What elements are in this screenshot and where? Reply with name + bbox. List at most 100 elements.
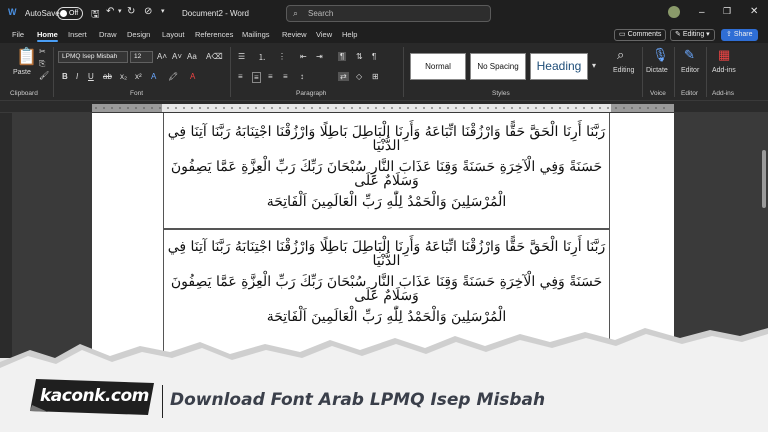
autosave-toggle[interactable]: Off — [57, 7, 83, 20]
font-name-select[interactable]: LPMQ Isep Misbah — [58, 51, 128, 63]
highlight-icon[interactable]: 🖍 — [168, 72, 178, 81]
editor-label[interactable]: Editor — [681, 67, 699, 74]
comments-label: Comments — [627, 31, 662, 38]
brand-logo: kaconk.com — [28, 377, 156, 422]
numbering-icon[interactable]: ⒈ — [258, 52, 266, 63]
text-effects-icon[interactable]: A — [151, 72, 156, 81]
bullets-icon[interactable]: ☰ — [238, 52, 245, 61]
clipboard-group-label: Clipboard — [10, 90, 38, 97]
tab-view[interactable]: View — [316, 30, 332, 39]
table-cell-1[interactable]: رَبَّنَا أَرِنَا الْحَقَّ حَقًّا وَارْزُ… — [163, 113, 610, 229]
customize-qat-icon[interactable]: ▾ — [161, 7, 165, 15]
shading-icon[interactable]: ◇ — [356, 72, 362, 81]
multilevel-list-icon[interactable]: ⋮ — [278, 52, 286, 61]
divider — [403, 47, 404, 97]
close-icon[interactable]: ✕ — [750, 6, 758, 17]
bold-icon[interactable]: B — [62, 72, 68, 81]
undo-icon[interactable]: ↶ — [106, 6, 114, 17]
tab-home[interactable]: Home — [37, 30, 58, 42]
paste-icon[interactable]: 📋 — [16, 47, 37, 67]
rtl-direction-icon[interactable]: ¶ — [338, 52, 347, 61]
restore-icon[interactable]: ❐ — [723, 6, 731, 17]
arabic-line: حَسَنَةً وَفِي الْآخِرَةِ حَسَنَةً وَقِن… — [170, 159, 603, 189]
tab-references[interactable]: References — [195, 30, 233, 39]
dictate-label[interactable]: Dictate — [646, 67, 668, 74]
search-box[interactable]: ⌕ Search — [286, 5, 491, 22]
increase-indent-icon[interactable]: ⇥ — [316, 52, 323, 61]
save-icon[interactable]: 🖫 — [91, 7, 100, 24]
minimize-icon[interactable]: – — [699, 7, 705, 18]
tab-layout[interactable]: Layout — [162, 30, 185, 39]
microphone-icon[interactable]: 🎙 — [652, 47, 669, 63]
superscript-icon[interactable]: x² — [135, 72, 142, 81]
divider — [642, 47, 643, 97]
arabic-line: الْمُرْسَلِينَ وَالْحَمْدُ لِلّٰهِ رَبِّ… — [266, 194, 507, 210]
voice-group-label: Voice — [650, 90, 666, 97]
font-name-value: LPMQ Isep Misbah — [62, 53, 118, 60]
format-painter-icon[interactable]: 🖌 — [39, 71, 49, 80]
tab-design[interactable]: Design — [127, 30, 150, 39]
font-group-label: Font — [130, 90, 144, 97]
underline-icon[interactable]: U — [88, 72, 94, 81]
change-case-icon[interactable]: Aa — [187, 52, 197, 61]
decrease-indent-icon[interactable]: ⇤ — [300, 52, 307, 61]
undo-dropdown-icon[interactable]: ▾ — [118, 7, 122, 15]
strikethrough-icon[interactable]: ab — [103, 72, 112, 81]
sort-icon[interactable]: ⇅ — [356, 52, 363, 61]
redo-icon[interactable]: ↻ — [127, 6, 135, 17]
divider — [230, 47, 231, 97]
horizontal-ruler[interactable] — [0, 101, 768, 113]
share-button[interactable]: ⇪ Share — [721, 29, 758, 41]
grow-font-icon[interactable]: A˄ — [157, 52, 167, 61]
line-spacing-icon[interactable]: ↕ — [300, 72, 304, 81]
font-size-select[interactable]: 12 — [130, 51, 153, 63]
tab-review[interactable]: Review — [282, 30, 307, 39]
comments-button[interactable]: ▭ Comments — [614, 29, 667, 41]
tab-file[interactable]: File — [12, 30, 24, 39]
clear-formatting-icon[interactable]: A⌫ — [206, 52, 223, 61]
ribbon: 📋 Paste ✂ ⎘ 🖌 Clipboard LPMQ Isep Misbah… — [0, 43, 768, 101]
add-ins-group-label: Add-ins — [712, 90, 735, 97]
share-icon: ⇪ — [726, 31, 734, 38]
copy-icon[interactable]: ⎘ — [39, 59, 45, 69]
italic-icon[interactable]: I — [76, 72, 78, 81]
style-heading[interactable]: Heading — [530, 53, 588, 80]
align-right-icon[interactable]: ≡ — [268, 72, 273, 81]
paste-label[interactable]: Paste — [13, 69, 31, 76]
text-direction-icon[interactable]: ⇄ — [338, 72, 349, 81]
add-ins-icon[interactable]: ▦ — [718, 47, 730, 63]
arabic-line: رَبَّنَا أَرِنَا الْحَقَّ حَقًّا وَارْزُ… — [167, 124, 606, 154]
search-icon: ⌕ — [293, 8, 299, 18]
add-ins-label[interactable]: Add-ins — [712, 67, 736, 74]
touch-mode-icon[interactable]: ⊘ — [144, 6, 152, 17]
font-size-value: 12 — [134, 53, 142, 60]
justify-icon[interactable]: ≡ — [283, 72, 288, 81]
editing-label[interactable]: Editing — [613, 67, 634, 74]
tab-mailings[interactable]: Mailings — [242, 30, 270, 39]
borders-icon[interactable]: ⊞ — [372, 72, 379, 81]
paragraph-group-label: Paragraph — [296, 90, 327, 97]
cut-icon[interactable]: ✂ — [39, 47, 46, 56]
font-color-icon[interactable]: A — [190, 72, 195, 81]
banner-title: Download Font Arab LPMQ Isep Misbah — [170, 390, 546, 410]
align-center-icon[interactable]: ≡ — [252, 72, 261, 83]
tab-draw[interactable]: Draw — [99, 30, 117, 39]
style-normal[interactable]: Normal — [410, 53, 466, 80]
align-left-icon[interactable]: ≡ — [238, 72, 243, 81]
subscript-icon[interactable]: x₂ — [120, 72, 127, 81]
show-marks-icon[interactable]: ¶ — [372, 52, 376, 61]
editing-mode-button[interactable]: ✎ Editing ▾ — [670, 29, 715, 41]
styles-group-label: Styles — [492, 90, 510, 97]
tab-help[interactable]: Help — [342, 30, 357, 39]
editor-group-label: Editor — [681, 90, 698, 97]
user-avatar-icon[interactable] — [668, 6, 680, 18]
title-bar: W AutoSave Off 🖫 ↶ ▾ ↻ ⊘ ▾ Document2 - W… — [0, 0, 768, 27]
chevron-down-icon: ▾ — [704, 31, 710, 38]
vertical-scrollbar[interactable] — [762, 150, 766, 208]
styles-more-icon[interactable]: ▾ — [592, 61, 596, 70]
shrink-font-icon[interactable]: A˅ — [172, 52, 182, 61]
editor-icon[interactable]: ✎ — [684, 47, 695, 63]
style-no-spacing[interactable]: No Spacing — [470, 53, 526, 80]
find-icon[interactable]: ⌕ — [617, 47, 624, 63]
tab-insert[interactable]: Insert — [68, 30, 87, 39]
